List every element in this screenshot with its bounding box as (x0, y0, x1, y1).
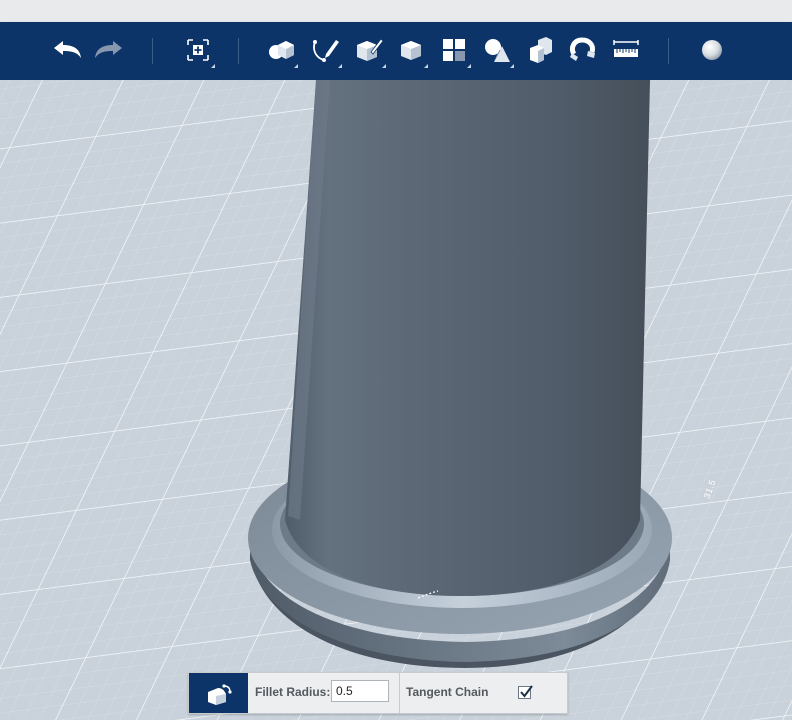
group-button[interactable] (521, 30, 559, 70)
toolbar-separator (668, 38, 669, 64)
snap-button[interactable] (564, 30, 602, 70)
tangent-chain-checkbox[interactable] (518, 685, 533, 699)
modify-button[interactable] (392, 30, 430, 70)
dropdown-caret (467, 64, 471, 68)
fillet-icon (207, 684, 232, 705)
fillet-radius-label: Fillet Radius: (255, 685, 331, 699)
transform-button[interactable] (179, 30, 217, 70)
modify-icon (401, 41, 421, 60)
checkmark-icon (520, 685, 533, 698)
measure-button[interactable] (607, 30, 645, 70)
primitives-icon (269, 41, 294, 59)
undo-icon (54, 41, 81, 58)
construct-icon (357, 38, 384, 61)
redo-button[interactable] (90, 30, 128, 70)
construct-button[interactable] (350, 30, 388, 70)
tangent-chain-label: Tangent Chain (406, 685, 489, 699)
window-title-bar (0, 0, 792, 23)
dropdown-caret (338, 64, 342, 68)
dropdown-caret (510, 64, 514, 68)
combine-button[interactable] (478, 30, 516, 70)
measure-icon (613, 40, 639, 57)
dropdown-caret (211, 64, 215, 68)
fillet-tool-button[interactable] (189, 673, 248, 713)
undo-button[interactable] (48, 30, 86, 70)
pattern-icon (443, 39, 465, 61)
group-icon (530, 37, 552, 63)
main-toolbar (0, 22, 792, 80)
redo-icon (95, 41, 122, 58)
primitives-button[interactable] (262, 30, 300, 70)
toolbar-separator (238, 38, 239, 64)
viewport-scene (0, 80, 792, 720)
fillet-radius-input[interactable] (331, 680, 389, 702)
combine-icon (485, 39, 510, 62)
material-icon (702, 40, 722, 60)
sketch-button[interactable] (306, 30, 344, 70)
transform-icon (187, 39, 209, 61)
material-button[interactable] (693, 30, 731, 70)
fillet-panel: Fillet Radius: Tangent Chain (188, 672, 568, 714)
panel-divider (399, 673, 400, 713)
toolbar-separator (152, 38, 153, 64)
dropdown-caret (382, 64, 386, 68)
sketch-icon (313, 40, 339, 62)
3d-viewport[interactable]: 31.5 (0, 80, 792, 720)
snap-icon (569, 37, 595, 61)
model-shaft (285, 80, 650, 596)
pattern-button[interactable] (435, 30, 473, 70)
dropdown-caret (424, 64, 428, 68)
dropdown-caret (294, 64, 298, 68)
